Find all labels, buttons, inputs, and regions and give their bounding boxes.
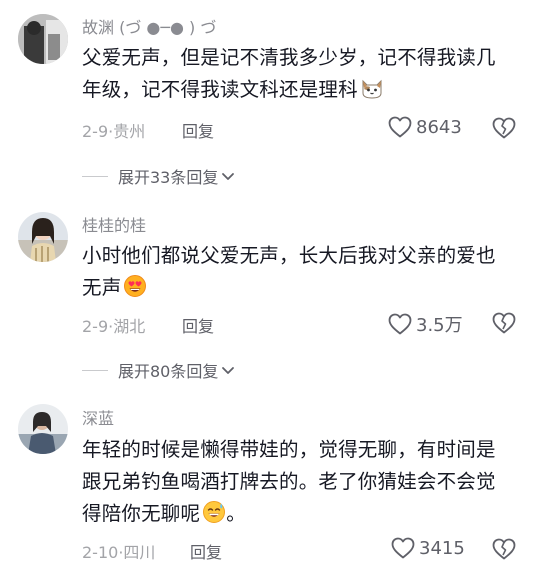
heart-outline-icon [388, 313, 412, 335]
heart-outline-icon [388, 116, 412, 138]
expand-divider [82, 369, 108, 371]
dislike-button[interactable] [492, 538, 516, 564]
comment-meta: 2-9·湖北 [82, 313, 145, 337]
comment-list: 故渊 (づ ●─● ) づ 父爱无声，但是记不清我多少岁，记不得我读几 年级，记… [0, 0, 538, 564]
cat-face-emoji [360, 76, 384, 100]
broken-heart-icon [492, 117, 516, 143]
expand-replies-button[interactable]: 展开80条回复 [82, 358, 235, 382]
expand-replies-label: 展开80条回复 [118, 362, 219, 381]
comment-line: 父爱无声，但是记不清我多少岁，记不得我读几 [82, 46, 496, 69]
heart-eyes-emoji [123, 274, 147, 298]
comment-meta: 2-10·四川 [82, 539, 155, 563]
comment-meta: 2-9·贵州 [82, 118, 145, 142]
comment-location: 四川 [123, 543, 156, 562]
comment-punctuation: 。 [226, 502, 246, 525]
chevron-down-icon [218, 361, 235, 380]
comment-line: 年轻的时候是懒得带娃的，觉得无聊，有时间是 [82, 438, 496, 461]
reply-button[interactable]: 回复 [182, 313, 214, 337]
comment-username[interactable]: 桂桂的桂 [82, 212, 146, 236]
comment-username[interactable]: 深蓝 [82, 405, 114, 429]
comment-username[interactable]: 故渊 (づ ●─● ) づ [82, 14, 216, 38]
broken-heart-icon [492, 538, 516, 564]
comment-line: 年级，记不得我读文科还是理科 [82, 74, 522, 106]
comment-line: 得陪你无聊呢 。 [82, 500, 246, 525]
comment-line: 跟兄弟钓鱼喝酒打牌去的。老了你猜娃会不会觉 [82, 470, 496, 493]
comment-text: 年轻的时候是懒得带娃的，觉得无聊，有时间是 跟兄弟钓鱼喝酒打牌去的。老了你猜娃会… [82, 434, 522, 530]
reply-button[interactable]: 回复 [182, 118, 214, 142]
heart-outline-icon [391, 537, 415, 559]
like-count: 3415 [419, 537, 465, 559]
expand-divider [82, 175, 108, 177]
dislike-button[interactable] [492, 117, 516, 143]
comment-text: 小时他们都说父爱无声，长大后我对父亲的爱也 无声 [82, 240, 522, 304]
reply-button[interactable]: 回复 [190, 539, 222, 563]
comment-date: 2-9 [82, 317, 109, 336]
comment-location: 贵州 [113, 122, 146, 141]
sweat-smile-emoji [202, 500, 226, 524]
broken-heart-icon [492, 312, 516, 338]
avatar[interactable] [18, 404, 68, 454]
comment-location: 湖北 [113, 317, 146, 336]
expand-replies-label: 展开33条回复 [118, 168, 219, 187]
comment-date: 2-9 [82, 122, 109, 141]
avatar[interactable] [18, 14, 68, 64]
like-button[interactable]: 3.5万 [388, 311, 463, 337]
comment-line: 无声 [82, 272, 522, 304]
comment-date: 2-10 [82, 543, 119, 562]
like-button[interactable]: 8643 [388, 116, 462, 138]
expand-replies-button[interactable]: 展开33条回复 [82, 164, 235, 188]
like-count: 3.5万 [416, 315, 463, 336]
chevron-down-icon [218, 167, 235, 186]
comment-line: 小时他们都说父爱无声，长大后我对父亲的爱也 [82, 244, 496, 267]
dislike-button[interactable] [492, 312, 516, 338]
like-button[interactable]: 3415 [391, 537, 465, 559]
like-count: 8643 [416, 116, 462, 138]
comment-text: 父爱无声，但是记不清我多少岁，记不得我读几 年级，记不得我读文科还是理科 [82, 42, 522, 106]
avatar[interactable] [18, 212, 68, 262]
